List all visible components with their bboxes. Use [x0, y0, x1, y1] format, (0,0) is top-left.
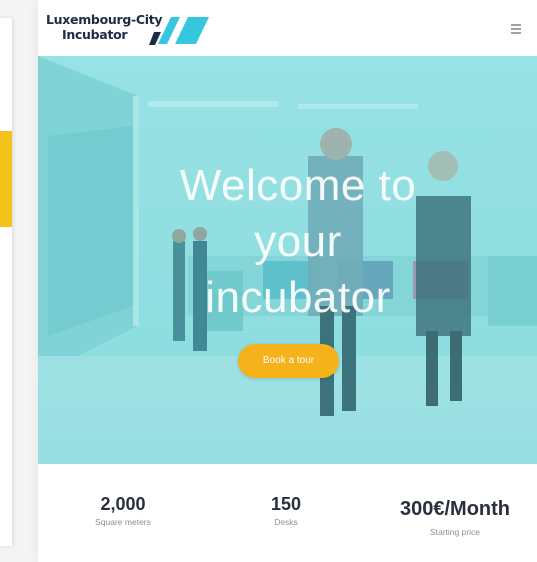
- background-accent-bar: [0, 131, 12, 227]
- stats-section: 2,000 Square meters 150 Desks 300€/Month…: [38, 464, 537, 562]
- stat-label: Desks: [274, 517, 298, 527]
- logo-line-1: Luxembourg-City: [46, 12, 163, 27]
- stat-starting-price: 300€/Month Starting price: [380, 498, 530, 537]
- stat-label: Square meters: [95, 517, 151, 527]
- hero-section: Welcome to your incubator Book a tour: [38, 56, 537, 464]
- stat-square-meters: 2,000 Square meters: [73, 494, 173, 527]
- background-panel: [0, 18, 12, 546]
- stat-label: Starting price: [429, 527, 481, 537]
- site-header: Luxembourg-City Incubator: [38, 0, 537, 56]
- hero-title-line-2: your: [254, 217, 342, 266]
- hero-title-line-3: incubator: [205, 273, 391, 322]
- book-a-tour-button[interactable]: Book a tour: [238, 344, 339, 378]
- incubator-logo[interactable]: Luxembourg-City Incubator: [46, 12, 216, 48]
- stat-value: 300€/Month: [399, 498, 511, 520]
- stat-desks: 150 Desks: [248, 494, 324, 527]
- hero-title: Welcome to your incubator: [108, 158, 488, 326]
- website-card: Luxembourg-City Incubator Welcome to you…: [38, 0, 537, 562]
- hero-title-line-1: Welcome to: [179, 161, 417, 210]
- logo-slash-mark-icon: [149, 17, 209, 45]
- logo-line-2: Incubator: [62, 27, 128, 42]
- hamburger-menu-icon[interactable]: [511, 24, 525, 35]
- stat-value: 150: [270, 494, 302, 514]
- stat-value: 2,000: [100, 494, 146, 514]
